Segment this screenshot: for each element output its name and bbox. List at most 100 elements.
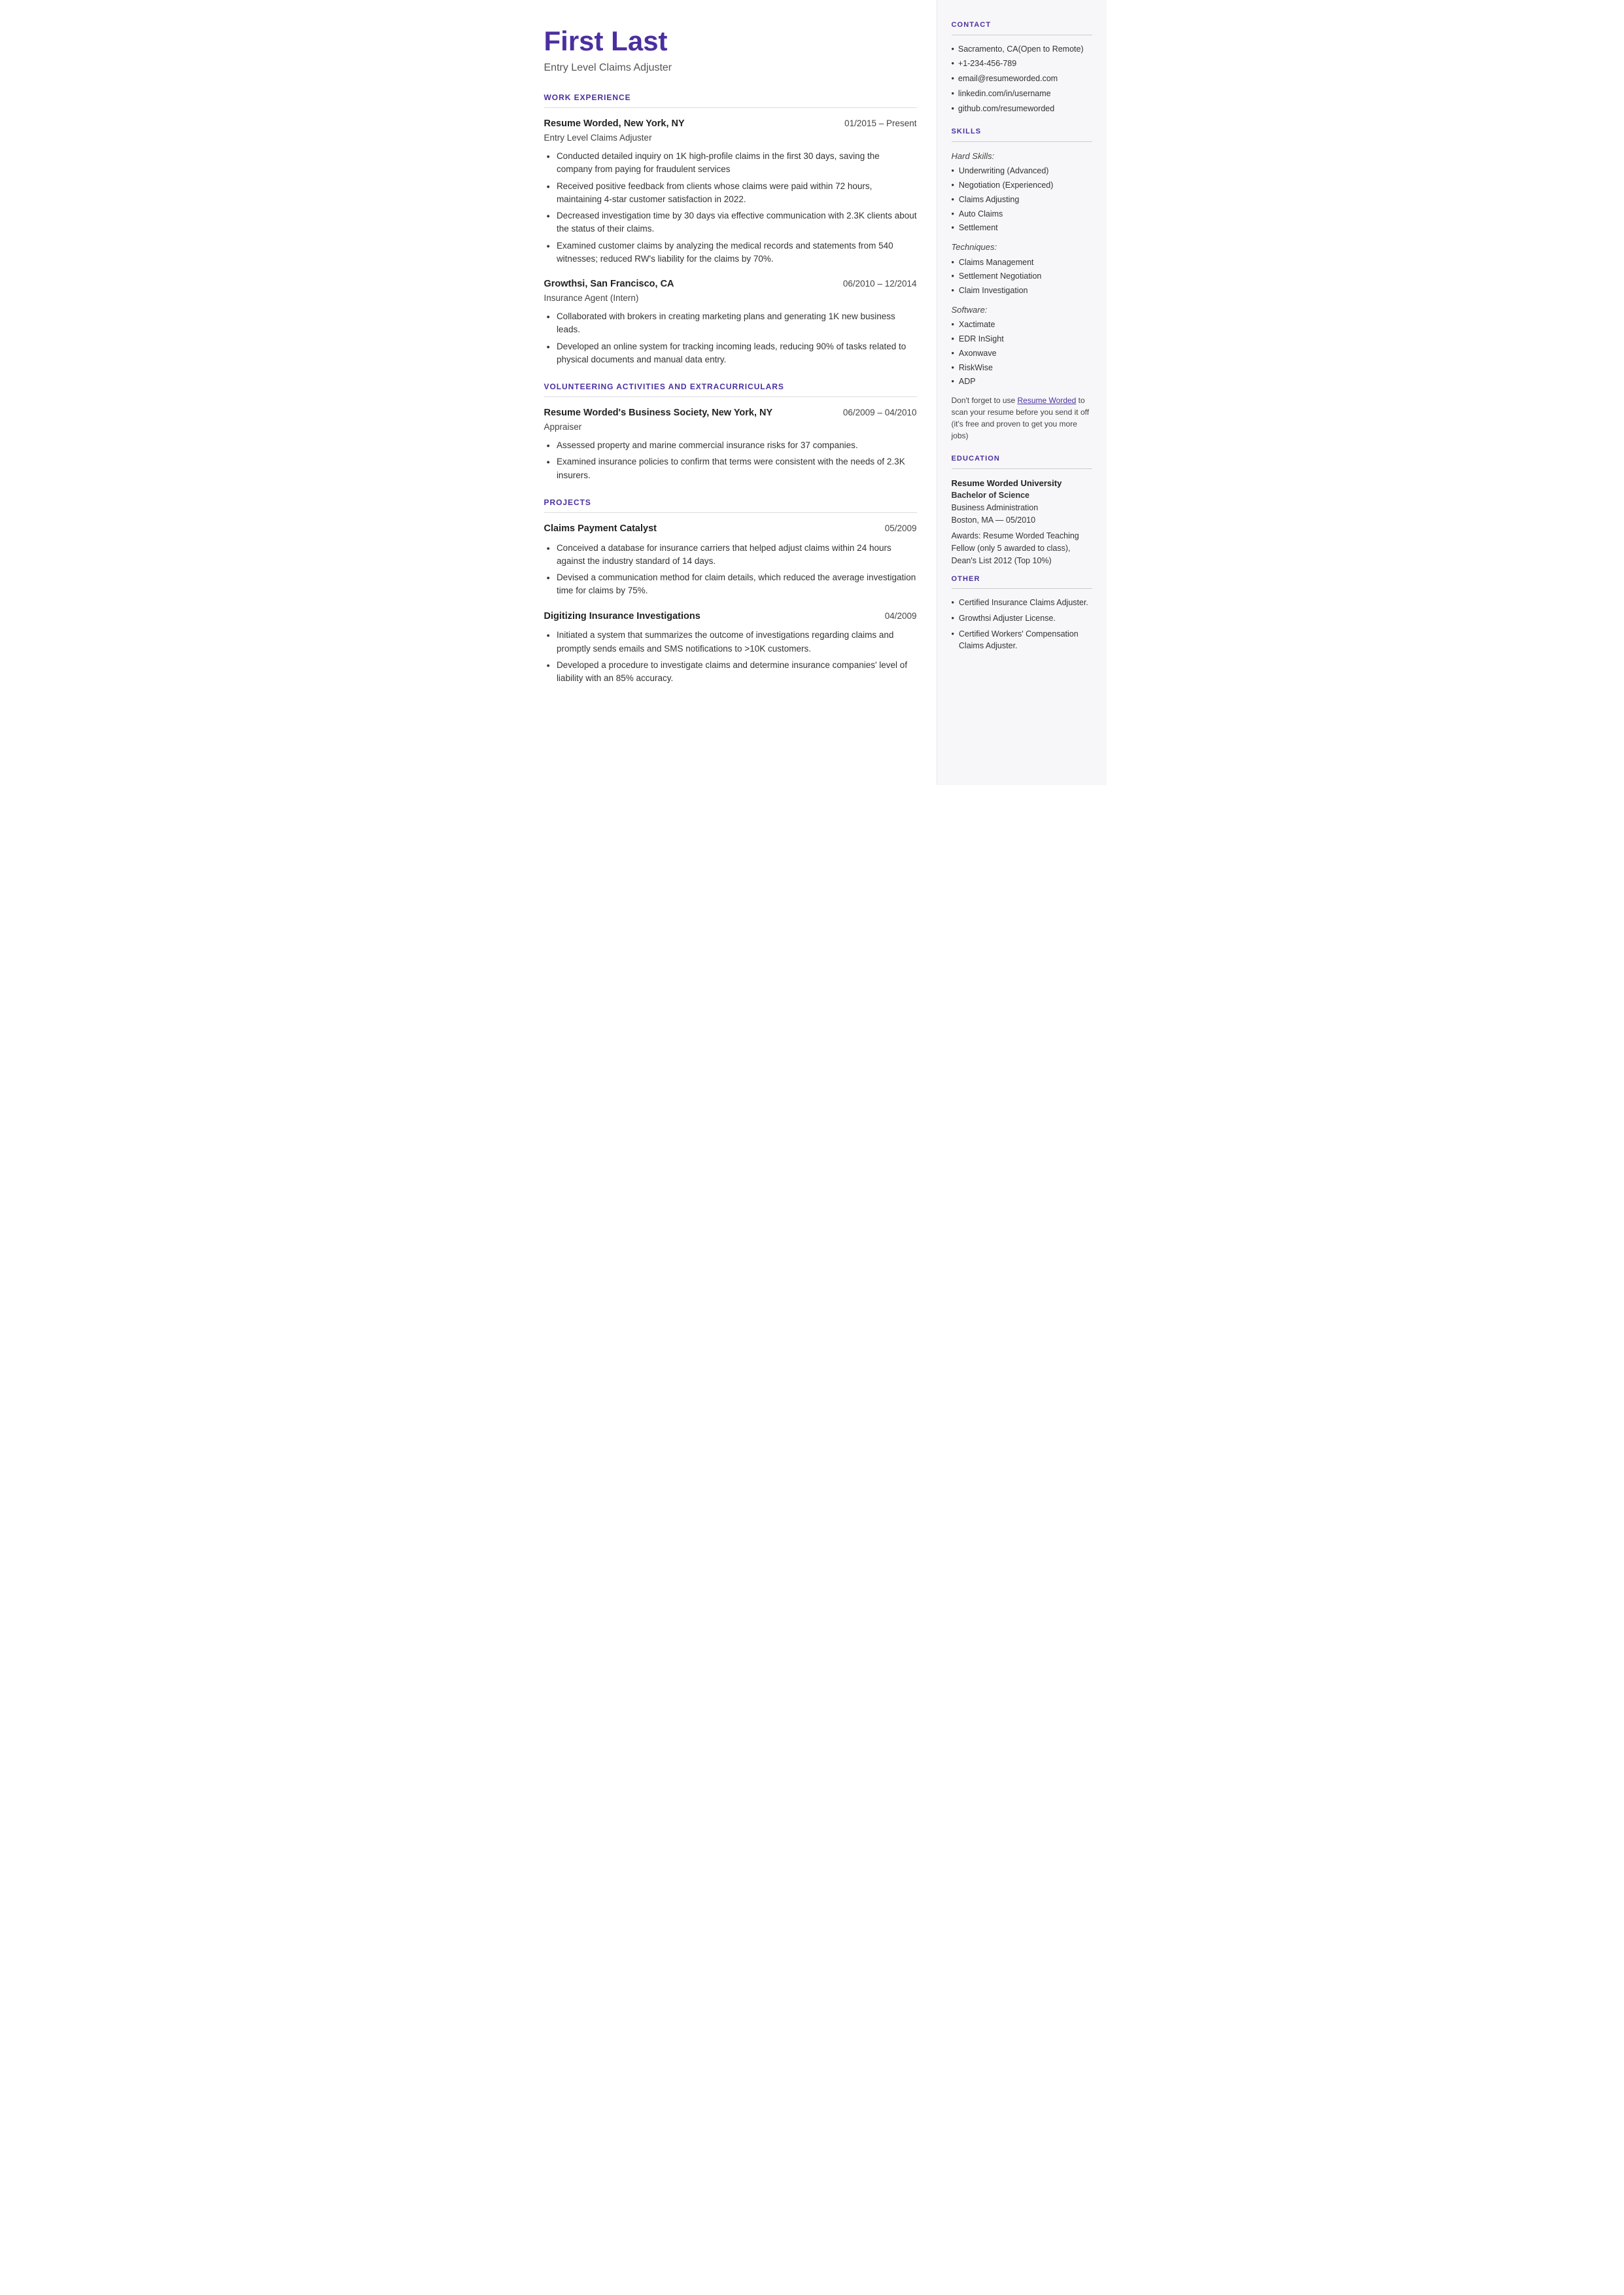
- other-item-3: Certified Workers' Compensation Claims A…: [952, 628, 1092, 653]
- other-item-1: Certified Insurance Claims Adjuster.: [952, 597, 1092, 609]
- company-name-1: Resume Worded, New York, NY: [544, 117, 685, 131]
- name-block: First Last Entry Level Claims Adjuster: [544, 26, 917, 76]
- job-block-1: Resume Worded, New York, NY Entry Level …: [544, 117, 917, 266]
- contact-location: Sacramento, CA(Open to Remote): [952, 43, 1092, 56]
- hard-skill-1: Underwriting (Advanced): [952, 165, 1092, 177]
- hard-skill-3: Claims Adjusting: [952, 194, 1092, 206]
- volunteer-block-1: Resume Worded's Business Society, New Yo…: [544, 406, 917, 482]
- projects-header: PROJECTS: [544, 497, 917, 508]
- volunteering-header: VOLUNTEERING ACTIVITIES AND EXTRACURRICU…: [544, 381, 917, 393]
- main-job-title: Entry Level Claims Adjuster: [544, 60, 917, 76]
- other-header: OTHER: [952, 574, 1092, 585]
- project-title-line-2: Digitizing Insurance Investigations 04/2…: [544, 610, 917, 624]
- volunteer-bullets-1: Assessed property and marine commercial …: [544, 439, 917, 482]
- techniques-label: Techniques:: [952, 241, 1092, 254]
- bullet-2-2: Developed an online system for tracking …: [547, 340, 917, 367]
- hard-skill-2: Negotiation (Experienced): [952, 179, 1092, 192]
- job-role-1: Entry Level Claims Adjuster: [544, 131, 685, 145]
- company-role-2: Growthsi, San Francisco, CA Insurance Ag…: [544, 277, 674, 305]
- volunteer-company-role-1: Resume Worded's Business Society, New Yo…: [544, 406, 773, 434]
- work-experience-divider: [544, 107, 917, 108]
- software-list: Xactimate EDR InSight Axonwave RiskWise …: [952, 319, 1092, 388]
- techniques-list: Claims Management Settlement Negotiation…: [952, 256, 1092, 297]
- education-divider: [952, 468, 1092, 469]
- hard-skills-label: Hard Skills:: [952, 150, 1092, 163]
- project-bullet-2-1: Initiated a system that summarizes the o…: [547, 629, 917, 656]
- education-header: EDUCATION: [952, 453, 1092, 464]
- job-block-2: Growthsi, San Francisco, CA Insurance Ag…: [544, 277, 917, 366]
- left-column: First Last Entry Level Claims Adjuster W…: [518, 0, 937, 785]
- edu-school: Resume Worded University: [952, 477, 1092, 490]
- project-date-2: 04/2009: [885, 610, 917, 623]
- right-column: CONTACT Sacramento, CA(Open to Remote) +…: [937, 0, 1107, 785]
- project-block-2: Digitizing Insurance Investigations 04/2…: [544, 610, 917, 686]
- edu-degree: Bachelor of Science: [952, 489, 1092, 502]
- education-block: Resume Worded University Bachelor of Sci…: [952, 477, 1092, 567]
- volunteering-divider: [544, 396, 917, 397]
- software-2: EDR InSight: [952, 333, 1092, 345]
- hard-skill-5: Settlement: [952, 222, 1092, 234]
- contact-header: CONTACT: [952, 20, 1092, 31]
- job-bullets-1: Conducted detailed inquiry on 1K high-pr…: [544, 150, 917, 266]
- job-title-line-2: Growthsi, San Francisco, CA Insurance Ag…: [544, 277, 917, 305]
- project-block-1: Claims Payment Catalyst 05/2009 Conceive…: [544, 522, 917, 598]
- project-name-1: Claims Payment Catalyst: [544, 522, 657, 536]
- work-experience-header: WORK EXPERIENCE: [544, 92, 917, 103]
- contact-list: Sacramento, CA(Open to Remote) +1-234-45…: [952, 43, 1092, 115]
- resume-page: First Last Entry Level Claims Adjuster W…: [518, 0, 1107, 785]
- hard-skills-list: Underwriting (Advanced) Negotiation (Exp…: [952, 165, 1092, 234]
- contact-email: email@resumeworded.com: [952, 73, 1092, 85]
- software-3: Axonwave: [952, 347, 1092, 360]
- other-divider: [952, 588, 1092, 589]
- technique-3: Claim Investigation: [952, 285, 1092, 297]
- project-bullet-1-2: Devised a communication method for claim…: [547, 571, 917, 598]
- project-bullet-2-2: Developed a procedure to investigate cla…: [547, 659, 917, 686]
- volunteer-company-1: Resume Worded's Business Society, New Yo…: [544, 406, 773, 421]
- edu-field: Business Administration: [952, 502, 1092, 514]
- contact-phone: +1-234-456-789: [952, 58, 1092, 70]
- promo-before: Don't forget to use: [952, 396, 1018, 405]
- project-date-1: 05/2009: [885, 522, 917, 535]
- volunteer-dates-1: 06/2009 – 04/2010: [843, 406, 917, 419]
- job-bullets-2: Collaborated with brokers in creating ma…: [544, 310, 917, 366]
- company-name-2: Growthsi, San Francisco, CA: [544, 277, 674, 292]
- bullet-2-1: Collaborated with brokers in creating ma…: [547, 310, 917, 337]
- software-5: ADP: [952, 376, 1092, 388]
- projects-divider: [544, 512, 917, 513]
- skills-header: SKILLS: [952, 126, 1092, 137]
- edu-awards: Awards: Resume Worded Teaching Fellow (o…: [952, 530, 1092, 567]
- project-bullets-1: Conceived a database for insurance carri…: [544, 542, 917, 598]
- bullet-1-1: Conducted detailed inquiry on 1K high-pr…: [547, 150, 917, 177]
- hard-skill-4: Auto Claims: [952, 208, 1092, 220]
- company-role-1: Resume Worded, New York, NY Entry Level …: [544, 117, 685, 145]
- volunteer-bullet-1-2: Examined insurance policies to confirm t…: [547, 455, 917, 482]
- contact-github: github.com/resumeworded: [952, 103, 1092, 115]
- project-bullet-1-1: Conceived a database for insurance carri…: [547, 542, 917, 569]
- bullet-1-2: Received positive feedback from clients …: [547, 180, 917, 207]
- software-4: RiskWise: [952, 362, 1092, 374]
- project-name-2: Digitizing Insurance Investigations: [544, 610, 700, 624]
- job-dates-1: 01/2015 – Present: [844, 117, 916, 130]
- contact-linkedin: linkedin.com/in/username: [952, 88, 1092, 100]
- technique-1: Claims Management: [952, 256, 1092, 269]
- edu-location-date: Boston, MA — 05/2010: [952, 514, 1092, 527]
- promo-text: Don't forget to use Resume Worded to sca…: [952, 394, 1092, 442]
- other-list: Certified Insurance Claims Adjuster. Gro…: [952, 597, 1092, 652]
- promo-link[interactable]: Resume Worded: [1018, 396, 1077, 405]
- job-title-line-1: Resume Worded, New York, NY Entry Level …: [544, 117, 917, 145]
- bullet-1-3: Decreased investigation time by 30 days …: [547, 209, 917, 236]
- bullet-1-4: Examined customer claims by analyzing th…: [547, 239, 917, 266]
- volunteer-title-line-1: Resume Worded's Business Society, New Yo…: [544, 406, 917, 434]
- other-item-2: Growthsi Adjuster License.: [952, 612, 1092, 625]
- project-bullets-2: Initiated a system that summarizes the o…: [544, 629, 917, 685]
- volunteer-role-1: Appraiser: [544, 421, 773, 434]
- software-label: Software:: [952, 304, 1092, 317]
- skills-divider: [952, 141, 1092, 142]
- technique-2: Settlement Negotiation: [952, 270, 1092, 283]
- job-role-2: Insurance Agent (Intern): [544, 292, 674, 305]
- job-dates-2: 06/2010 – 12/2014: [843, 277, 917, 290]
- software-1: Xactimate: [952, 319, 1092, 331]
- full-name: First Last: [544, 26, 917, 56]
- project-title-line-1: Claims Payment Catalyst 05/2009: [544, 522, 917, 536]
- volunteer-bullet-1-1: Assessed property and marine commercial …: [547, 439, 917, 452]
